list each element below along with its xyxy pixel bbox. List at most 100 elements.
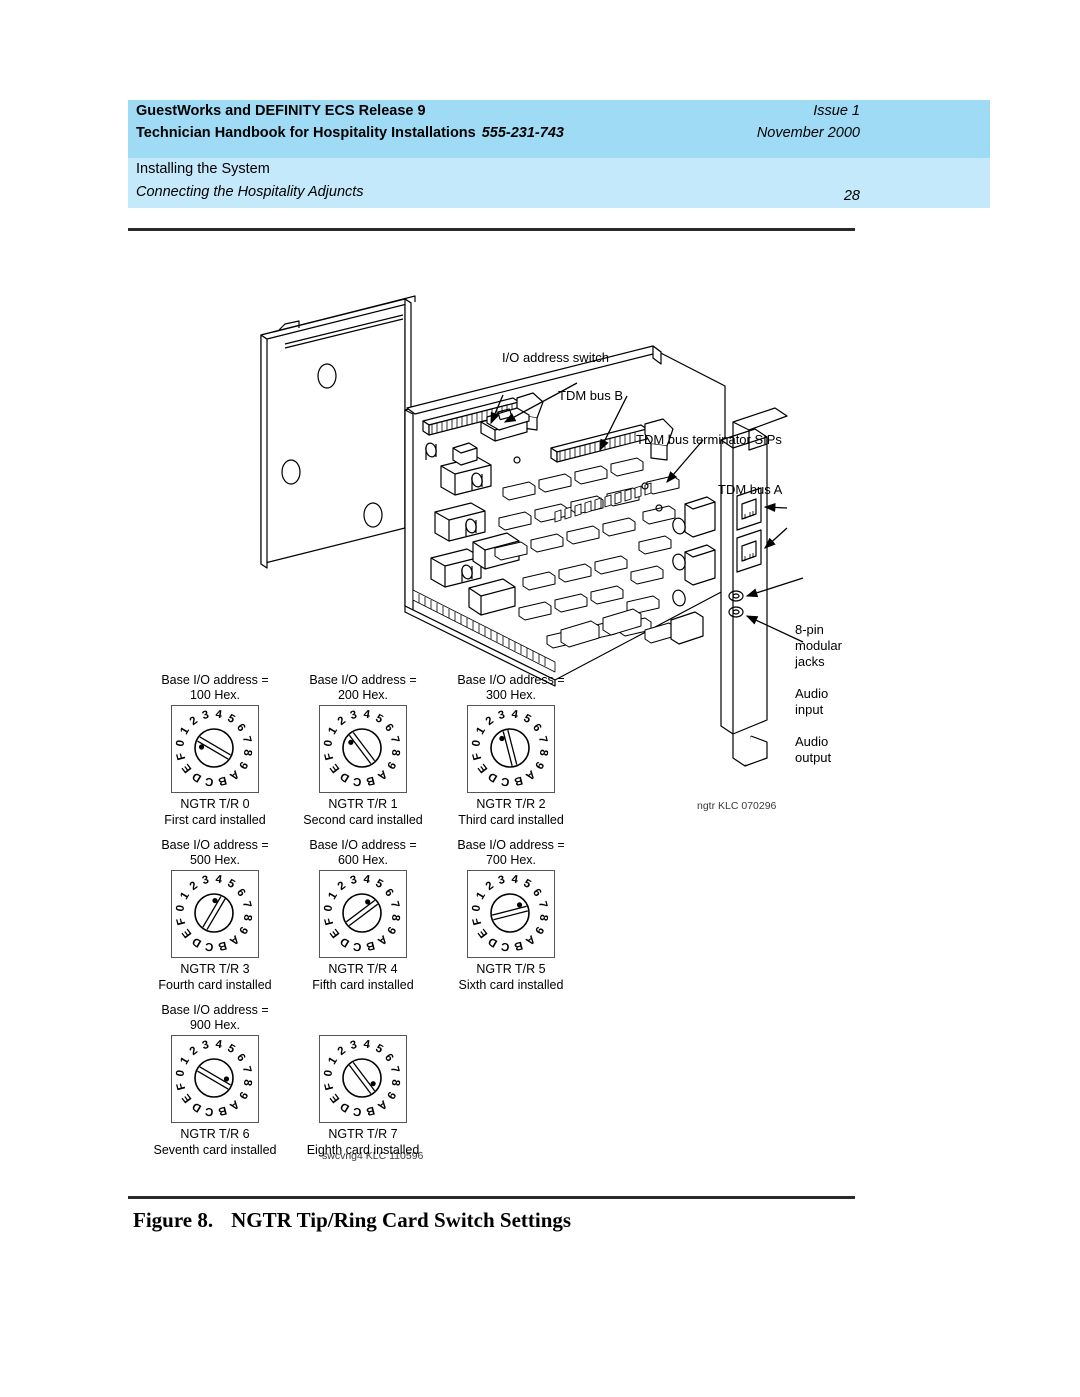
dial-character: 4 — [363, 708, 372, 721]
switch-card-name: NGTR T/R 4 — [328, 962, 398, 976]
dial-character: 8 — [537, 749, 550, 758]
dial-character: 2 — [188, 715, 200, 728]
callout-audio-output: Audio output — [795, 734, 831, 766]
figure-divider-rule — [128, 1196, 855, 1199]
header-issue: Issue 1 — [813, 103, 860, 119]
dial-character: A — [375, 932, 389, 947]
dial-character: 3 — [349, 709, 358, 722]
rotary-switch-dial[interactable]: 0 1234567 89ABCDEF — [171, 705, 259, 793]
dial-character: 1 — [474, 890, 488, 902]
switch-address-prefix: Base I/O address = — [457, 673, 565, 687]
dial-character: B — [365, 1104, 376, 1118]
dial-character: C — [204, 940, 214, 953]
dial-character: 8 — [389, 1079, 402, 1088]
dial-character: 3 — [201, 1039, 210, 1052]
dial-knob[interactable] — [342, 1058, 382, 1098]
switch-card-name: NGTR T/R 6 — [180, 1127, 250, 1141]
dial-character: B — [513, 939, 524, 953]
switch-address-label: Base I/O address = 200 Hex. — [288, 673, 438, 705]
dial-character: 3 — [349, 874, 358, 887]
dial-character: 4 — [363, 1038, 372, 1051]
dial-character: 6 — [382, 722, 395, 734]
dial-character: 9 — [236, 1089, 250, 1101]
switch-address-prefix: Base I/O address = — [309, 838, 417, 852]
dial-knob[interactable] — [490, 728, 530, 768]
rotary-switch-dial[interactable]: 0 1234567 89ABCDEF — [319, 1035, 407, 1123]
dial-character: 3 — [201, 709, 210, 722]
dial-knob[interactable] — [342, 728, 382, 768]
callout-audio-input: Audio input — [795, 686, 828, 718]
dial-character: 8 — [241, 1079, 254, 1088]
dial-character: E — [180, 1091, 194, 1105]
switch-address-value: 600 Hex. — [337, 853, 389, 867]
rotary-switch-dial[interactable]: 0 1234567 89ABCDEF — [171, 870, 259, 958]
dial-position-indicator — [198, 744, 205, 750]
dial-character: F — [323, 916, 336, 926]
rotary-switch-face: 0 12 3 4 567 89ABCDEF — [174, 1038, 254, 1118]
dial-character: 6 — [234, 887, 247, 899]
dial-character: F — [323, 1081, 336, 1091]
dial-character: 2 — [336, 1045, 348, 1058]
dial-character: B — [217, 774, 228, 788]
dial-character: 8 — [241, 749, 254, 758]
dial-character: 1 — [474, 725, 488, 737]
switch-address-label: Base I/O address = 900 Hex. — [140, 1003, 290, 1035]
switch-address-label: Base I/O address = 300 Hex. — [436, 673, 586, 705]
switch-card-order: Eighth card installed — [306, 1143, 420, 1157]
rotary-switch-face: 0 12 3 4 567 89ABCDEF — [174, 873, 253, 953]
dial-character: 1 — [178, 725, 192, 737]
rotary-switch-dial[interactable]: 0 1234567 89ABCDEF — [319, 705, 407, 793]
switch-address-label: Base I/O address = 500 Hex. — [140, 838, 290, 870]
rotary-switch-dial[interactable]: 0 1234567 89ABCDEF — [171, 1035, 259, 1123]
dial-character: 8 — [389, 914, 402, 923]
dial-character: 3 — [497, 874, 506, 887]
modular-jacks-line2: modular — [795, 638, 842, 653]
dial-character: 9 — [384, 1089, 398, 1101]
switch-card-order: Fourth card installed — [158, 978, 272, 992]
dial-character: B — [217, 1104, 228, 1118]
dial-character: 7 — [388, 900, 401, 909]
switch-cell: Base I/O address = 700 Hex. 0 1 2 3 4 5 6 7 8 9 A B C D… — [436, 838, 586, 993]
dial-character: D — [190, 1100, 203, 1115]
dial-character: B — [365, 774, 376, 788]
dial-character: 2 — [188, 1045, 200, 1058]
switch-address-label: Base I/O address = 700 Hex. — [436, 838, 586, 870]
dial-character: 9 — [384, 924, 398, 936]
callout-tdm-bus-a: TDM bus A — [718, 482, 783, 497]
dial-character: F — [323, 751, 336, 761]
dial-character: 6 — [234, 1052, 247, 1064]
switch-address-prefix: Base I/O address = — [161, 673, 269, 687]
rotary-switch-dial[interactable]: 0 1234567 89ABCDEF — [319, 870, 407, 958]
dial-character: E — [180, 926, 194, 940]
dial-character: 9 — [532, 924, 546, 936]
dial-knob[interactable] — [342, 893, 382, 933]
audio-input-line2: input — [795, 702, 824, 717]
dial-character: B — [365, 939, 376, 953]
dial-character: 2 — [484, 715, 496, 728]
dial-character: A — [523, 767, 537, 782]
dial-character: 3 — [349, 1039, 358, 1052]
dial-character: C — [204, 775, 214, 788]
dial-character: E — [476, 926, 490, 940]
rotary-switch-dial[interactable]: 0 1234567 89ABCDEF — [467, 705, 555, 793]
dial-character: 1 — [326, 725, 340, 737]
dial-character: 5 — [521, 712, 533, 726]
switch-row: Base I/O address = 500 Hex. 0 1 2 3 4 5 6 7 8 9 A B C D… — [140, 838, 610, 1003]
dial-character: A — [523, 932, 537, 947]
callout-tdm-bus-b: TDM bus B — [558, 388, 624, 403]
switch-row: Base I/O address = 900 Hex. 0 1 2 3 4 5 6 7 8 9 A B C D… — [140, 1003, 610, 1168]
switch-address-label — [288, 1003, 438, 1035]
dial-character: B — [217, 939, 228, 953]
dial-knob[interactable] — [490, 893, 530, 933]
dial-character: 5 — [373, 877, 385, 891]
callout-tdm-bus-terminator-sips: TDM bus terminator SIPs — [636, 432, 782, 447]
dial-position-indicator — [223, 1076, 230, 1082]
switch-cell: Base I/O address = 100 Hex. 0 1 2 3 4 5 6 7 8 9 A B C D… — [140, 673, 290, 828]
page-header: GuestWorks and DEFINITY ECS Release 9 Te… — [128, 100, 990, 208]
dial-character: 5 — [225, 877, 237, 891]
switch-cell: Base I/O address = 200 Hex. 0 1 2 3 4 5 6 7 8 9 A B C D… — [288, 673, 438, 828]
dial-character: 0 — [470, 904, 483, 912]
rotary-switch-dial[interactable]: 0 1234567 89ABCDEF — [467, 870, 555, 958]
rotary-switch-face: 0 12 3 4 567 89ABCDEF — [322, 708, 401, 788]
figure-caption-number: Figure 8. — [133, 1208, 214, 1232]
